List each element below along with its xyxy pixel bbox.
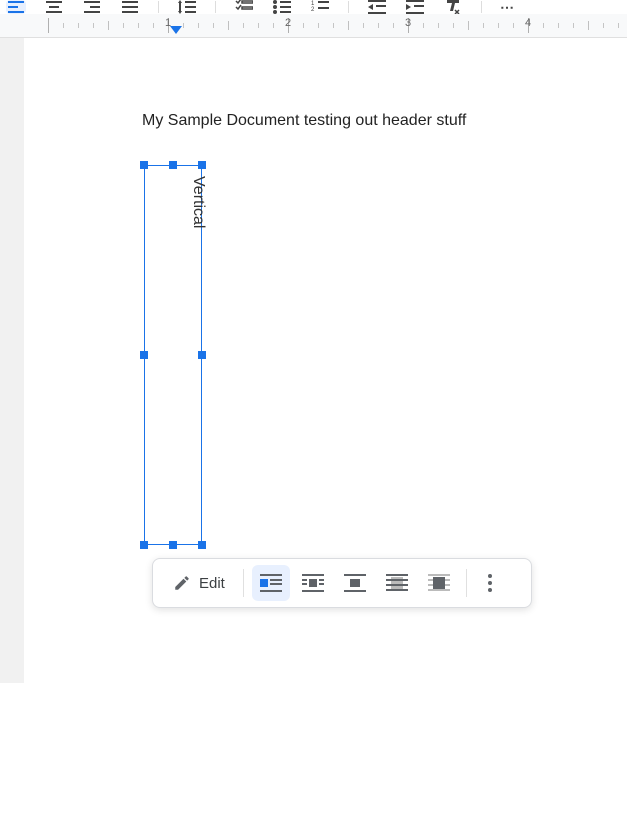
align-justify-icon[interactable] — [120, 0, 140, 14]
resize-handle-bottom-center[interactable] — [169, 541, 177, 549]
textbox-content: Vertical — [189, 176, 207, 228]
ruler-tick — [258, 23, 259, 28]
ruler-tick — [453, 23, 454, 28]
formatting-toolbar: 12 ⋯ — [0, 0, 627, 14]
toolbar-divider — [215, 1, 216, 13]
increase-indent-icon[interactable] — [405, 0, 425, 14]
resize-handle-bottom-left[interactable] — [140, 541, 148, 549]
ruler-tick — [243, 23, 244, 28]
resize-handle-top-left[interactable] — [140, 161, 148, 169]
wrap-inline-button[interactable] — [252, 565, 290, 601]
wrap-text-button[interactable] — [294, 565, 332, 601]
toolbar-more-icon[interactable]: ⋯ — [500, 0, 515, 14]
toolbar-divider — [348, 1, 349, 13]
ruler-tick — [123, 23, 124, 28]
ruler-tick — [348, 21, 349, 30]
context-toolbar-divider — [466, 569, 467, 597]
ruler-tick — [303, 23, 304, 28]
svg-text:2: 2 — [311, 7, 315, 13]
ruler-label: 3 — [405, 17, 411, 29]
ruler-tick — [48, 18, 49, 33]
ruler-tick — [378, 23, 379, 28]
ruler-tick — [423, 23, 424, 28]
bulleted-list-icon[interactable] — [272, 0, 292, 14]
ruler-tick — [93, 23, 94, 28]
ruler-tick — [573, 23, 574, 28]
resize-handle-middle-right[interactable] — [198, 351, 206, 359]
wrap-behind-text-icon — [386, 574, 408, 592]
toolbar-divider — [481, 1, 482, 13]
first-line-indent-marker[interactable] — [170, 26, 182, 34]
ruler-tick — [513, 23, 514, 28]
align-center-icon[interactable] — [44, 0, 64, 14]
wrap-inline-icon — [260, 574, 282, 592]
ruler-label: 4 — [525, 17, 531, 29]
ruler-tick — [183, 23, 184, 28]
ruler-label: 2 — [285, 17, 291, 29]
decrease-indent-icon[interactable] — [367, 0, 387, 14]
wrap-text-icon — [302, 574, 324, 592]
edit-button-label: Edit — [199, 575, 225, 592]
ruler-tick — [363, 23, 364, 28]
ruler-tick — [63, 23, 64, 28]
numbered-list-icon[interactable]: 12 — [310, 0, 330, 14]
wrap-behind-text-button[interactable] — [378, 565, 416, 601]
line-spacing-icon[interactable] — [177, 0, 197, 14]
ruler-tick — [318, 23, 319, 28]
ruler-inner: 1 2 3 4 — [24, 14, 627, 37]
toolbar-divider — [158, 1, 159, 13]
wrap-in-front-of-text-button[interactable] — [420, 565, 458, 601]
ruler-tick — [228, 21, 229, 30]
ruler-tick — [393, 23, 394, 28]
document-body-text[interactable]: My Sample Document testing out header st… — [142, 112, 466, 130]
pencil-icon — [173, 574, 191, 592]
ruler-tick — [273, 23, 274, 28]
ruler-tick — [438, 23, 439, 28]
align-right-icon[interactable] — [82, 0, 102, 14]
ruler-tick — [108, 21, 109, 30]
image-options-toolbar: Edit — [152, 558, 532, 608]
resize-handle-top-right[interactable] — [198, 161, 206, 169]
selected-textbox[interactable]: Vertical — [144, 165, 202, 545]
more-options-button[interactable] — [475, 574, 505, 592]
wrap-break-text-button[interactable] — [336, 565, 374, 601]
ruler-tick — [498, 23, 499, 28]
resize-handle-middle-left[interactable] — [140, 351, 148, 359]
ruler-tick — [138, 23, 139, 28]
ruler-tick — [588, 21, 589, 30]
ruler-tick — [213, 23, 214, 28]
checklist-icon[interactable] — [234, 0, 254, 14]
horizontal-ruler[interactable]: 1 2 3 4 — [0, 14, 627, 38]
ruler-tick — [78, 23, 79, 28]
align-left-icon[interactable] — [6, 0, 26, 14]
wrap-break-text-icon — [344, 574, 366, 592]
ruler-tick — [618, 23, 619, 28]
context-toolbar-divider — [243, 569, 244, 597]
resize-handle-bottom-right[interactable] — [198, 541, 206, 549]
ruler-tick — [543, 23, 544, 28]
resize-handle-top-center[interactable] — [169, 161, 177, 169]
ruler-tick — [603, 23, 604, 28]
ruler-tick — [468, 21, 469, 30]
wrap-in-front-of-text-icon — [428, 574, 450, 592]
ruler-tick — [198, 23, 199, 28]
ruler-tick — [153, 23, 154, 28]
ruler-tick — [483, 23, 484, 28]
ruler-tick — [333, 23, 334, 28]
ruler-label: 1 — [165, 17, 171, 29]
more-vert-icon — [488, 574, 492, 592]
edit-button[interactable]: Edit — [163, 565, 235, 601]
document-canvas: My Sample Document testing out header st… — [0, 38, 627, 683]
clear-formatting-icon[interactable] — [443, 0, 463, 14]
page[interactable]: My Sample Document testing out header st… — [24, 38, 627, 838]
ruler-tick — [558, 23, 559, 28]
